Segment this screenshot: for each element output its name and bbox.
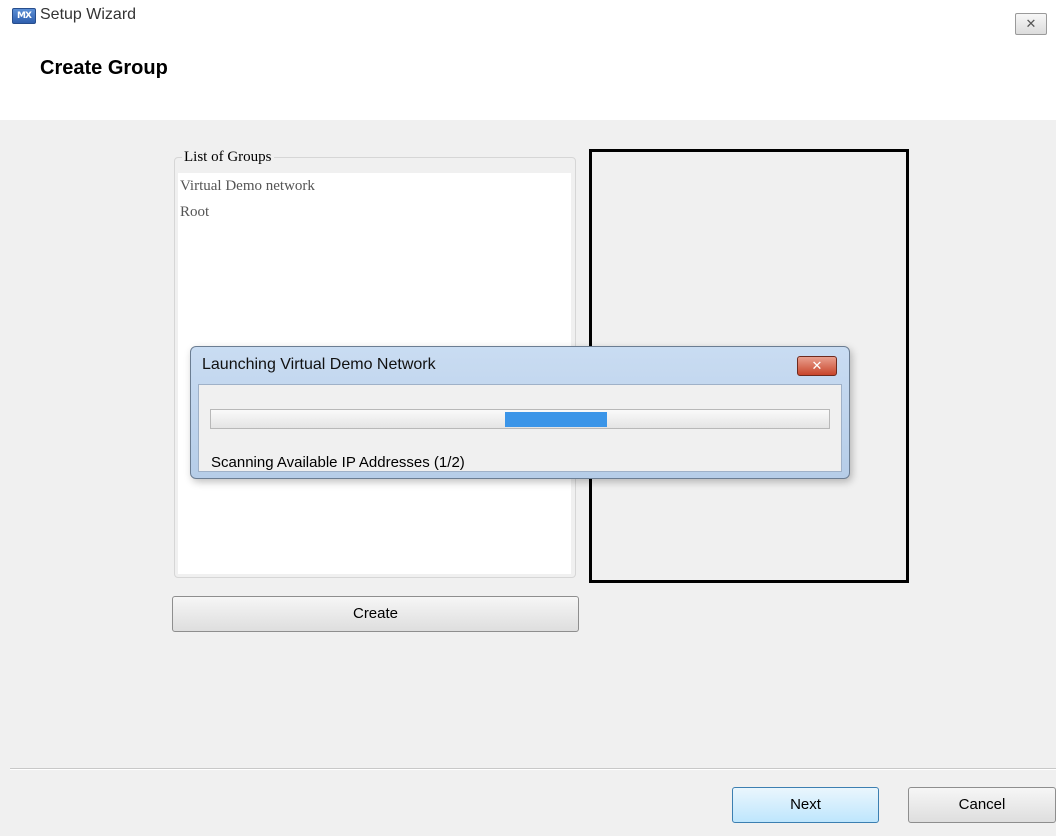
- create-button[interactable]: Create: [172, 596, 579, 632]
- status-text: Scanning Available IP Addresses (1/2): [211, 454, 465, 471]
- footer-divider: [10, 768, 1056, 770]
- window-close-button[interactable]: ✕: [1015, 13, 1047, 35]
- progress-dialog: Launching Virtual Demo Network ✕ Scannin…: [190, 346, 850, 479]
- dialog-body: Scanning Available IP Addresses (1/2): [198, 384, 842, 472]
- progress-bar-marquee: [505, 412, 607, 427]
- progress-bar: [210, 409, 830, 429]
- dialog-title: Launching Virtual Demo Network: [202, 356, 436, 373]
- page-title: Create Group: [40, 57, 168, 79]
- app-icon: MX: [12, 8, 36, 24]
- window-title: Setup Wizard: [40, 6, 137, 23]
- list-item[interactable]: Virtual Demo network: [178, 173, 571, 199]
- next-button[interactable]: Next: [732, 787, 879, 823]
- dialog-close-button[interactable]: ✕: [797, 356, 837, 376]
- cancel-button[interactable]: Cancel: [908, 787, 1056, 823]
- list-item[interactable]: Root: [178, 199, 571, 225]
- wizard-header: Create Group: [0, 50, 1056, 120]
- group-list-legend: List of Groups: [182, 149, 274, 166]
- title-bar: MX Setup Wizard ✕: [0, 0, 1056, 50]
